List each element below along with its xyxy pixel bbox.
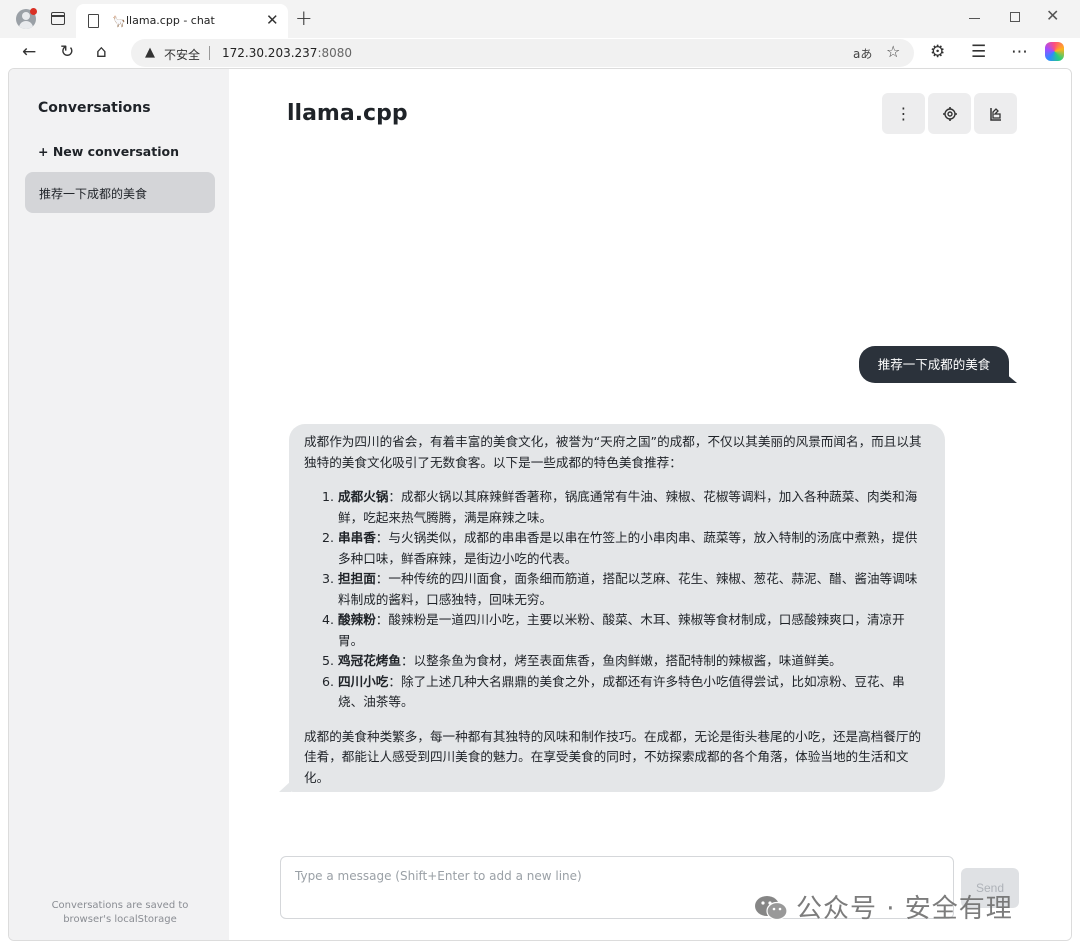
address-divider: [209, 46, 210, 60]
list-item-desc: ：酸辣粉是一道四川小吃，主要以米粉、酸菜、木耳、辣椒等食材制成，口感酸辣爽口，清…: [338, 612, 905, 648]
favorites-list-icon[interactable]: ☰: [971, 40, 986, 64]
list-item-desc: ：除了上述几种大名鼎鼎的美食之外，成都还有许多特色小吃值得尝试，比如凉粉、豆花、…: [338, 673, 905, 710]
warning-icon[interactable]: ▲: [145, 45, 155, 60]
browser-tabstrip: 🦙 llama.cpp - chat ✕ + ✕: [0, 0, 1080, 38]
browser-toolbar: ← ↻ ⌂ ▲ 不安全 172.30.203.237:8080 aあ ☆ ⚙ ☰…: [0, 38, 1080, 68]
list-item: 酸辣粉：酸辣粉是一道四川小吃，主要以米粉、酸菜、木耳、辣椒等食材制成，口感酸辣爽…: [338, 610, 927, 651]
maximize-icon[interactable]: [1010, 12, 1020, 22]
storage-notice: Conversations are saved to browser's loc…: [51, 900, 189, 925]
notification-dot-icon: [30, 8, 37, 15]
list-item-name: 酸辣粉: [338, 612, 376, 627]
food-list: 成都火锅：成都火锅以其麻辣鲜香著称，锅底通常有牛油、辣椒、花椒等调料，加入各种蔬…: [338, 487, 927, 713]
assistant-message: 成都作为四川的省会，有着丰富的美食文化，被誉为“天府之国”的成都，不仅以其美丽的…: [289, 424, 945, 792]
home-icon[interactable]: ⌂: [96, 40, 107, 64]
back-icon[interactable]: ←: [22, 40, 36, 64]
more-menu-icon[interactable]: ⋯: [1011, 40, 1028, 64]
more-vertical-icon: ⋮: [895, 104, 912, 123]
url-host: 172.30.203.237: [222, 46, 318, 60]
wechat-icon: [755, 896, 788, 921]
user-message-tail: [1005, 373, 1017, 383]
insecure-label[interactable]: 不安全: [164, 46, 200, 63]
page-icon: [88, 14, 99, 28]
list-item-name: 成都火锅: [338, 489, 389, 504]
list-item-desc: ：一种传统的四川面食，面条细而筋道，搭配以芝麻、花生、辣椒、葱花、蒜泥、醋、酱油…: [338, 571, 918, 607]
list-item-desc: ：成都火锅以其麻辣鲜香著称，锅底通常有牛油、辣椒、花椒等调料，加入各种蔬菜、肉类…: [338, 489, 918, 525]
list-item: 担担面：一种传统的四川面食，面条细而筋道，搭配以芝麻、花生、辣椒、葱花、蒜泥、醋…: [338, 569, 927, 610]
list-item-desc: ：与火锅类似，成都的串串香是以串在竹签上的小串肉串、蔬菜等，放入特制的汤底中煮熟…: [338, 530, 918, 566]
list-item-name: 鸡冠花烤鱼: [338, 653, 401, 668]
list-item-name: 串串香: [338, 530, 376, 545]
list-item: 串串香：与火锅类似，成都的串串香是以串在竹签上的小串肉串、蔬菜等，放入特制的汤底…: [338, 528, 927, 569]
minimize-icon[interactable]: [969, 18, 980, 19]
page-viewport: Conversations + New conversation 推荐一下成都的…: [8, 68, 1072, 941]
read-aloud-icon[interactable]: aあ: [853, 45, 872, 62]
assistant-intro: 成都作为四川的省会，有着丰富的美食文化，被誉为“天府之国”的成都，不仅以其美丽的…: [304, 434, 922, 470]
assistant-outro: 成都的美食种类繁多，每一种都有其独特的风味和制作技巧。在成都，无论是街头巷尾的小…: [304, 728, 922, 785]
list-item: 四川小吃：除了上述几种大名鼎鼎的美食之外，成都还有许多特色小吃值得尝试，比如凉粉…: [338, 672, 927, 713]
address-bar[interactable]: ▲ 不安全 172.30.203.237:8080 aあ ☆: [131, 39, 914, 67]
theme-button[interactable]: [974, 93, 1017, 134]
assistant-message-tail: [279, 781, 291, 792]
new-conversation-button[interactable]: + New conversation: [38, 144, 179, 159]
list-item: 成都火锅：成都火锅以其麻辣鲜香著称，锅底通常有牛油、辣椒、花椒等调料，加入各种蔬…: [338, 487, 927, 528]
extensions-icon[interactable]: ⚙: [930, 40, 945, 64]
list-item: 鸡冠花烤鱼：以整条鱼为食材，烤至表面焦香，鱼肉鲜嫩，搭配特制的辣椒酱，味道鲜美。: [338, 651, 927, 672]
settings-button[interactable]: [928, 93, 971, 134]
page-title: llama.cpp: [287, 101, 408, 126]
browser-tab[interactable]: 🦙 llama.cpp - chat ✕: [76, 4, 288, 38]
favorite-star-icon[interactable]: ☆: [886, 42, 900, 61]
user-message: 推荐一下成都的美食: [859, 346, 1009, 383]
list-item-desc: ：以整条鱼为食材，烤至表面焦香，鱼肉鲜嫩，搭配特制的辣椒酱，味道鲜美。: [400, 653, 842, 668]
copilot-icon[interactable]: [1045, 42, 1064, 61]
llama-icon: 🦙: [112, 15, 126, 28]
close-tab-icon[interactable]: ✕: [266, 11, 279, 29]
sidebar: Conversations + New conversation 推荐一下成都的…: [9, 69, 229, 940]
tab-actions-icon[interactable]: [51, 12, 65, 25]
window-close-icon[interactable]: ✕: [1046, 6, 1059, 25]
sidebar-title: Conversations: [38, 100, 151, 116]
new-tab-icon[interactable]: +: [295, 6, 313, 30]
conversation-item[interactable]: 推荐一下成都的美食: [25, 172, 215, 213]
gear-icon: [942, 107, 957, 121]
url-port: :8080: [317, 46, 353, 60]
reload-icon[interactable]: ↻: [60, 40, 74, 64]
chat-main: llama.cpp ⋮ 推荐一下成都的美食 成都作为四川的省会，有着丰富的美食文…: [229, 69, 1071, 940]
list-item-name: 四川小吃: [338, 673, 389, 689]
conversation-item-label: 推荐一下成都的美食: [39, 187, 148, 201]
list-item-name: 担担面: [338, 571, 376, 586]
watermark: 公众号 · 安全有理: [754, 888, 1013, 924]
more-options-button[interactable]: ⋮: [882, 93, 925, 134]
url-text[interactable]: 172.30.203.237:8080: [222, 46, 352, 60]
watermark-text: 公众号 · 安全有理: [796, 894, 1013, 924]
theme-icon: [989, 108, 1001, 121]
tab-title: llama.cpp - chat: [126, 14, 215, 27]
